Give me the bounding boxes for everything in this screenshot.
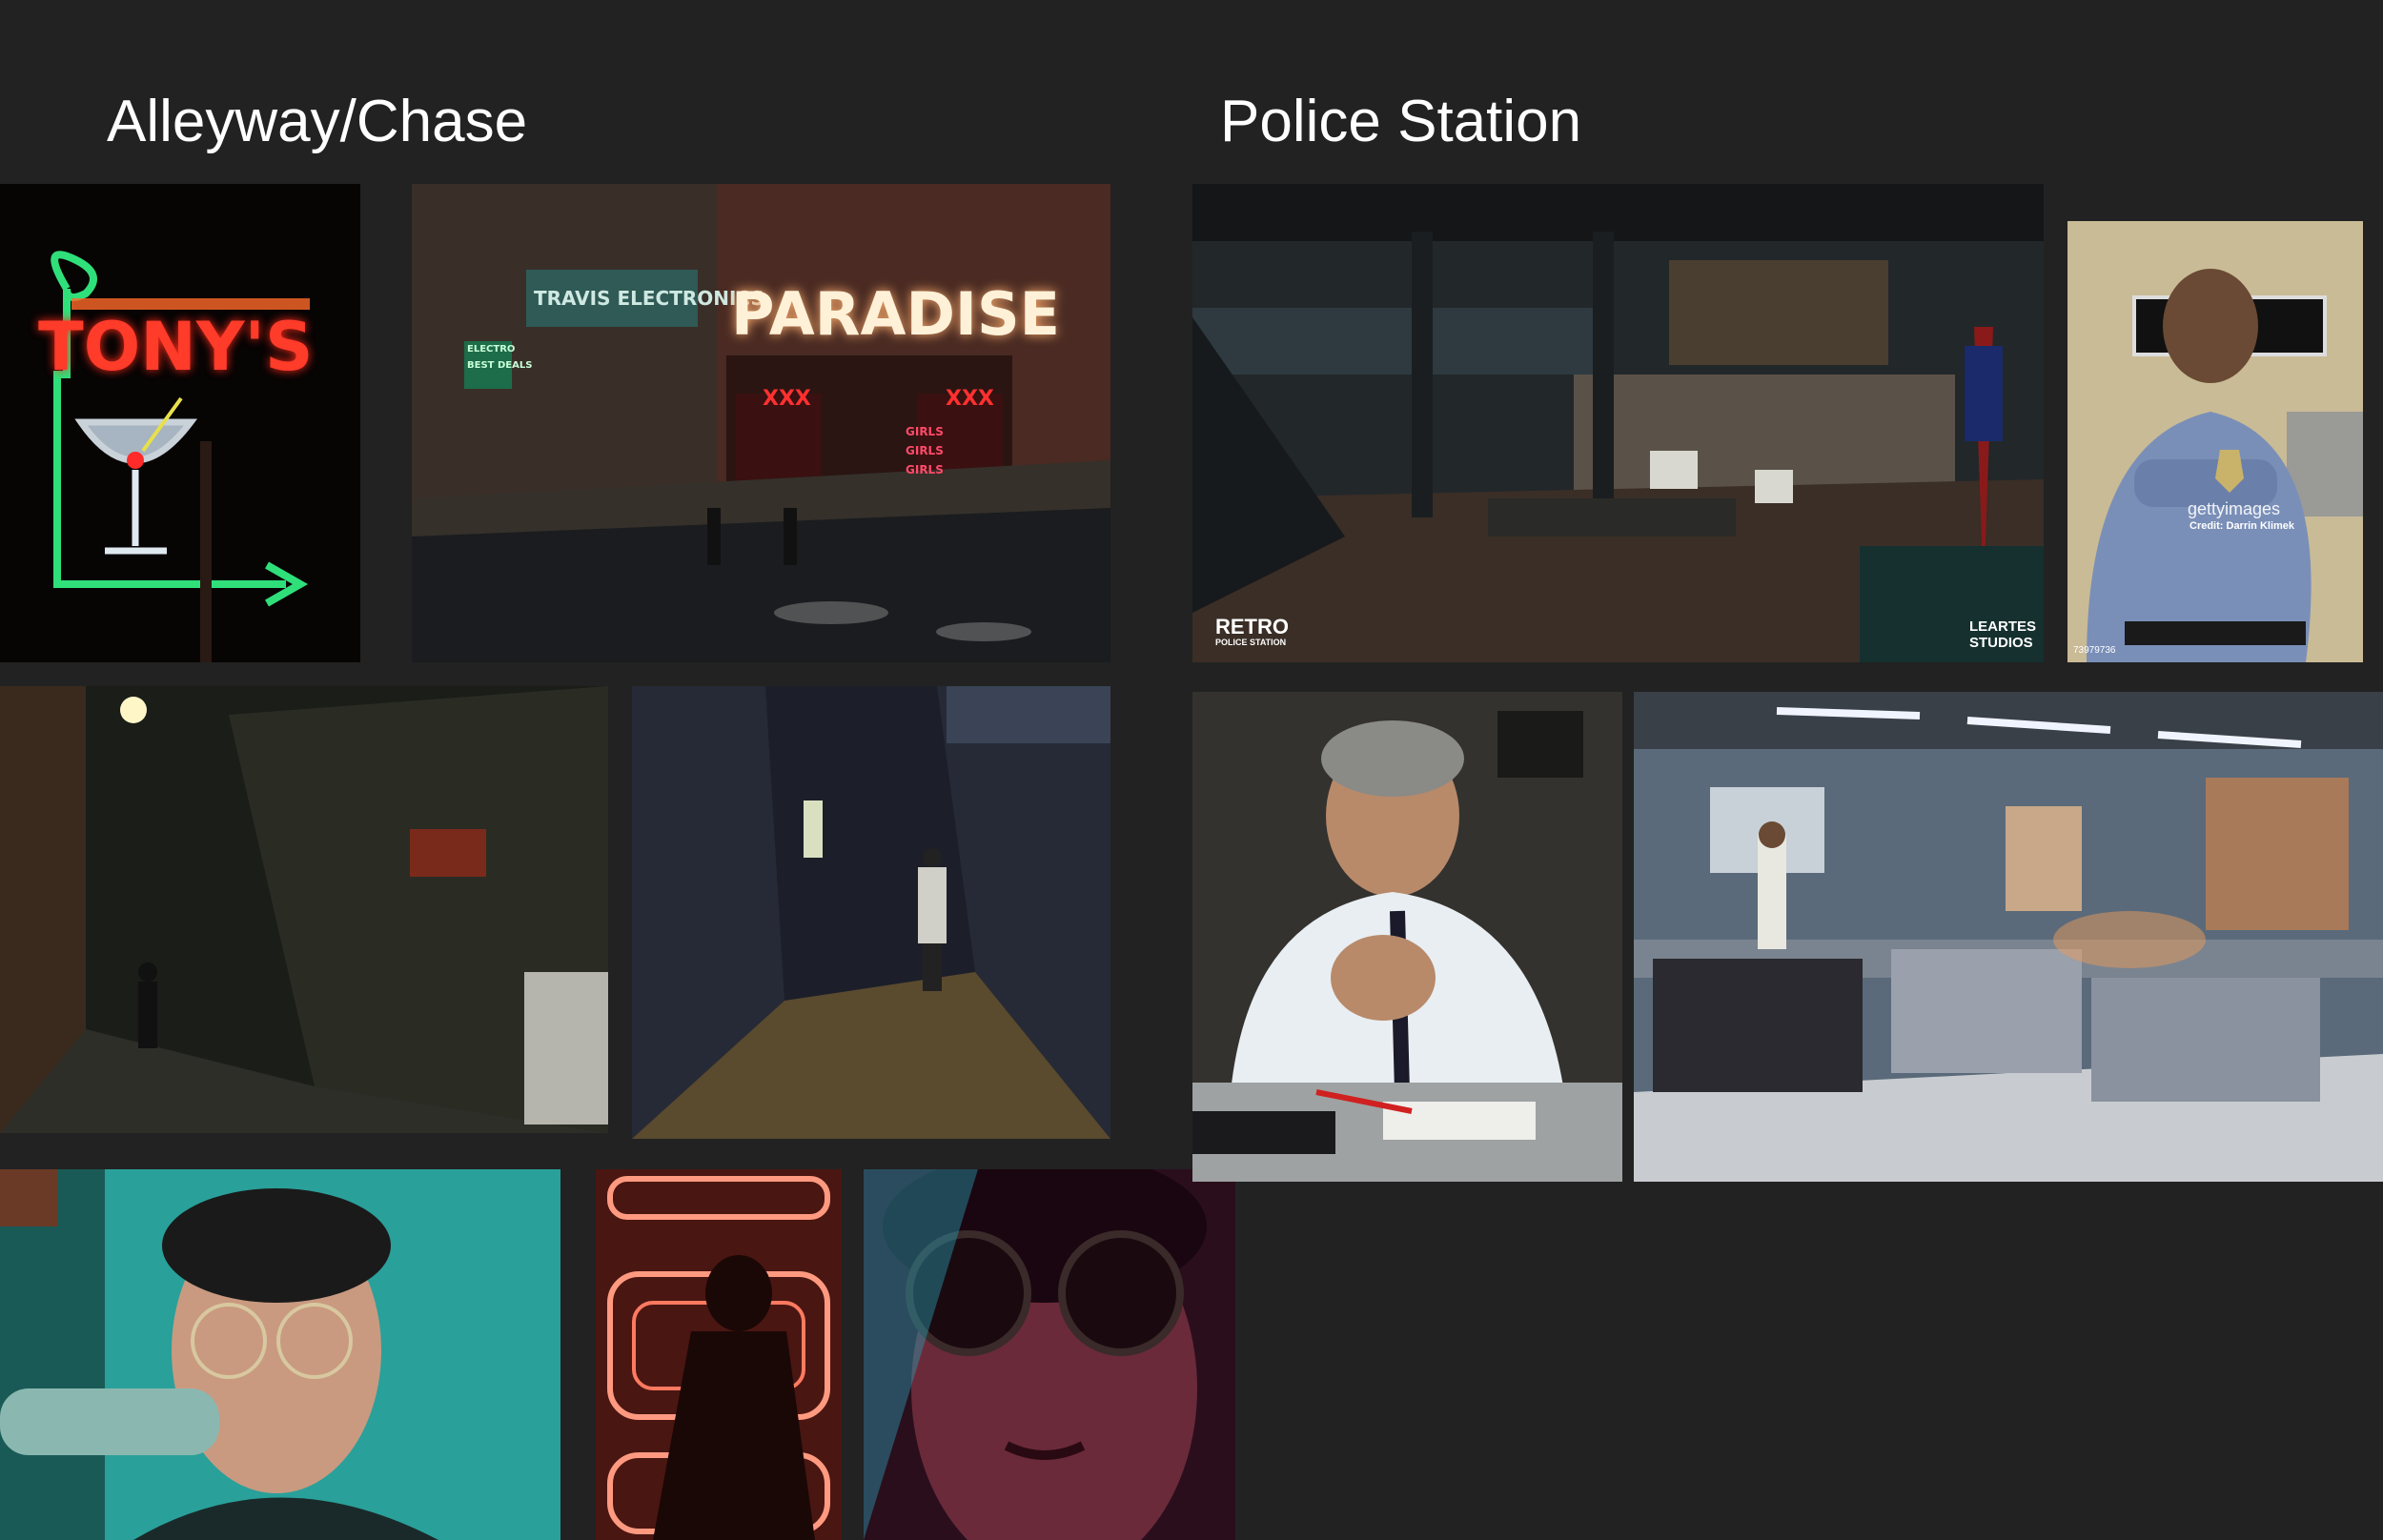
- retro-logo-line2: POLICE STATION: [1215, 638, 1287, 647]
- neon-silhouette-image[interactable]: [596, 1169, 842, 1540]
- dark-alley-image[interactable]: [0, 686, 608, 1133]
- detective-desk-image[interactable]: [1192, 692, 1622, 1182]
- tonys-sign-text: TONY'S: [38, 308, 314, 386]
- tonys-neon-sign-image[interactable]: TONY'S: [0, 184, 360, 662]
- retro-police-station-image[interactable]: RETRO POLICE STATION LEARTES STUDIOS: [1192, 184, 2044, 662]
- getty-watermark: gettyimages: [2188, 499, 2281, 518]
- teal-portrait-artwork: [0, 1169, 560, 1540]
- detective-artwork: [1192, 692, 1622, 1182]
- girls-sign: GIRLS GIRLS GIRLS: [906, 425, 944, 476]
- officer-artwork: [2067, 221, 2363, 662]
- leartes-logo-line2: STUDIOS: [1969, 635, 2033, 651]
- night-alley-walker-image[interactable]: [632, 686, 1110, 1139]
- street-artwork: [412, 184, 1110, 662]
- travis-electronics-sign: TRAVIS ELECTRONICS: [534, 287, 764, 310]
- alley-artwork: [0, 686, 608, 1133]
- alleyway-chase-heading: Alleyway/Chase: [107, 89, 528, 154]
- sunglasses-portrait-image[interactable]: [864, 1169, 1235, 1540]
- teal-portrait-image[interactable]: [0, 1169, 560, 1540]
- best-deals-sign: BEST DEALS: [467, 360, 533, 371]
- police-office-room-image[interactable]: [1634, 692, 2383, 1182]
- leartes-logo-line1: LEARTES: [1969, 618, 2037, 635]
- paradise-street-image[interactable]: TRAVIS ELECTRONICS ELECTRO BEST DEALS PA…: [412, 184, 1110, 662]
- paradise-sign-text: PARADISE: [731, 279, 1060, 349]
- office-artwork: [1634, 692, 2383, 1182]
- getty-image-id: 73979736: [2073, 645, 2116, 656]
- sunglasses-portrait-artwork: [864, 1169, 1235, 1540]
- neon-silhouette-artwork: [596, 1169, 842, 1540]
- xxx-left-sign: XXX: [763, 387, 811, 411]
- retro-logo-line1: RETRO: [1215, 615, 1289, 638]
- getty-credit: Credit: Darrin Klimek: [2190, 520, 2295, 532]
- police-station-heading: Police Station: [1220, 89, 1582, 154]
- station-interior-artwork: [1192, 184, 2044, 662]
- xxx-right-sign: XXX: [946, 387, 994, 411]
- neon-sign-artwork: [0, 184, 360, 662]
- alley-walker-artwork: [632, 686, 1110, 1139]
- police-officer-image[interactable]: gettyimages Credit: Darrin Klimek 739797…: [2067, 221, 2363, 662]
- electro-sign: ELECTRO: [467, 344, 516, 355]
